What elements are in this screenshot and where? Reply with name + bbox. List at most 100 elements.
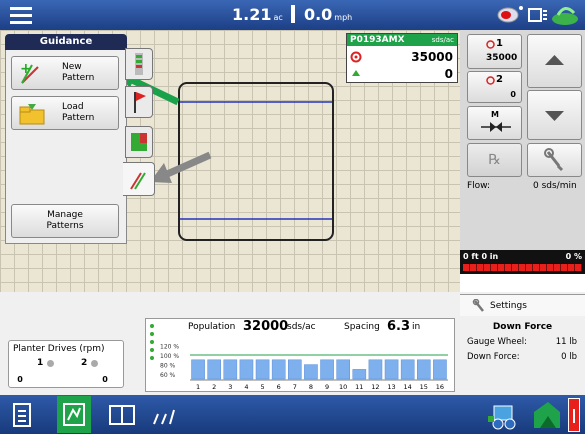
tab-map[interactable] [125, 126, 153, 158]
top-bar: 1.21 ac 0.0 mph [0, 0, 585, 30]
row-tick-label: 2 [212, 383, 216, 391]
pct-tick-label: 80 % [160, 363, 176, 370]
planter-drives-title: Planter Drives (rpm) [13, 344, 105, 354]
planter-drives-box[interactable]: Planter Drives (rpm) 1 2 0 0 [8, 340, 124, 388]
product-rate-box[interactable]: P0193AMX sds/ac 35000 0 [346, 33, 458, 83]
population-bar [417, 359, 431, 380]
row-tick-label: 9 [325, 383, 329, 391]
down-force-value: 0 lb [561, 352, 577, 362]
row-tick-label: 4 [244, 383, 248, 391]
population-chart-box[interactable]: Population 32000 sds/ac Spacing 6.3 in 1… [145, 318, 455, 392]
manual-valve-button[interactable]: M [467, 106, 522, 140]
map-view-icon [63, 403, 85, 426]
rate-2-button[interactable]: 2 0 [467, 71, 522, 103]
manage-patterns-button[interactable]: Manage Patterns [11, 204, 119, 238]
row-tick-label: 1 [196, 383, 200, 391]
manual-label: M [491, 110, 499, 119]
drive-2-label: 2 [81, 358, 88, 368]
offset-readout: 0 ft 0 in [463, 252, 499, 261]
rate-increase-button[interactable] [527, 34, 582, 88]
load-pattern-label: Load Pattern [62, 102, 95, 123]
pct-tick-label: 120 % [160, 343, 179, 350]
speed-unit: mph [334, 13, 353, 22]
flow-label: Flow: [467, 181, 491, 191]
row-tick-label: 10 [339, 383, 347, 391]
tab-lightbar[interactable] [125, 48, 153, 80]
wireless-icon[interactable] [550, 3, 580, 27]
new-pattern-button[interactable]: + New Pattern [11, 56, 119, 90]
rate-1-value: 35000 [486, 53, 518, 63]
tab-flag[interactable] [125, 86, 153, 118]
applied-icon [352, 70, 360, 76]
prescription-icon: ℞ [488, 152, 501, 168]
product-header: P0193AMX sds/ac [347, 34, 457, 46]
settings-label: Settings [490, 301, 527, 311]
down-force-label: Down Force: [467, 352, 520, 362]
row-tick-label: 3 [228, 383, 232, 391]
split-view-tab[interactable] [107, 400, 137, 430]
app-window: 1.21 ac 0.0 mph Guidance + New Pattern L… [0, 0, 585, 434]
population-bar [400, 359, 415, 380]
gauge-wheel-label: Gauge Wheel: [467, 337, 527, 347]
area-unit: ac [273, 13, 283, 22]
population-bar [352, 369, 367, 380]
drive-1-label: 1 [37, 358, 44, 368]
rate-decrease-button[interactable] [527, 90, 582, 140]
rate-2-value: 0 [510, 90, 516, 99]
seed-rows-icon [153, 409, 175, 425]
row-units-tab[interactable] [150, 400, 180, 430]
gauge-wheel-value: 11 lb [555, 337, 577, 347]
row-tick-label: 13 [387, 383, 395, 391]
prescription-button[interactable]: ℞ [467, 143, 522, 177]
flow-value: 0 sds/min [533, 181, 577, 191]
display-icon[interactable] [528, 5, 548, 25]
population-bar [320, 359, 334, 380]
target-icon [350, 51, 362, 63]
area-value: 1.21 [232, 5, 272, 24]
tab-guidance[interactable] [123, 162, 155, 196]
document-icon [13, 403, 31, 427]
drive-1-value: 0 [17, 375, 23, 384]
population-bar [191, 359, 205, 380]
lightbar-icon [135, 53, 143, 75]
folder-icon [19, 104, 45, 125]
bottom-bar [0, 395, 585, 434]
rate-1-label: 1 [496, 38, 503, 49]
row-tick-label: 5 [260, 383, 264, 391]
wrench-icon [472, 299, 484, 312]
row-tick-label: 12 [371, 383, 379, 391]
wrench-button[interactable] [527, 143, 582, 177]
field-boundary-icon[interactable] [530, 398, 564, 432]
map-view-tab[interactable] [57, 396, 91, 433]
population-bar [336, 359, 350, 380]
map-icon [131, 133, 147, 151]
satellite-icon[interactable] [497, 4, 527, 26]
row-tick-label: 16 [436, 383, 444, 391]
row-tick-label: 14 [404, 383, 412, 391]
document-tab[interactable] [8, 400, 36, 430]
population-bar [207, 359, 221, 380]
new-pattern-label: New Pattern [62, 62, 95, 83]
drive-1-status-icon [47, 360, 54, 367]
manage-patterns-label: Manage Patterns [46, 210, 84, 231]
row-tick-label: 7 [293, 383, 297, 391]
row-tick-label: 15 [420, 383, 428, 391]
target-icon [486, 40, 495, 49]
row-tick-label: 11 [355, 383, 363, 391]
target-rate-value: 35000 [411, 50, 453, 64]
planter-tractor-icon[interactable] [486, 398, 520, 432]
coverage-status-strip: 0 ft 0 in 0 % [460, 250, 585, 274]
rate-1-button[interactable]: 1 35000 [467, 34, 522, 69]
svg-text:+: + [20, 61, 32, 77]
down-arrow-icon [545, 111, 564, 121]
guidance-icon [130, 172, 146, 190]
load-pattern-button[interactable]: Load Pattern [11, 96, 119, 130]
target-icon [486, 76, 495, 85]
split-view-icon [109, 405, 135, 425]
product-unit: sds/ac [431, 36, 454, 44]
alarm-indicator[interactable] [568, 398, 580, 432]
settings-tab[interactable]: Settings [460, 294, 585, 316]
valve-icon [481, 122, 511, 132]
menu-icon[interactable] [10, 7, 32, 24]
section-bar [463, 264, 582, 271]
